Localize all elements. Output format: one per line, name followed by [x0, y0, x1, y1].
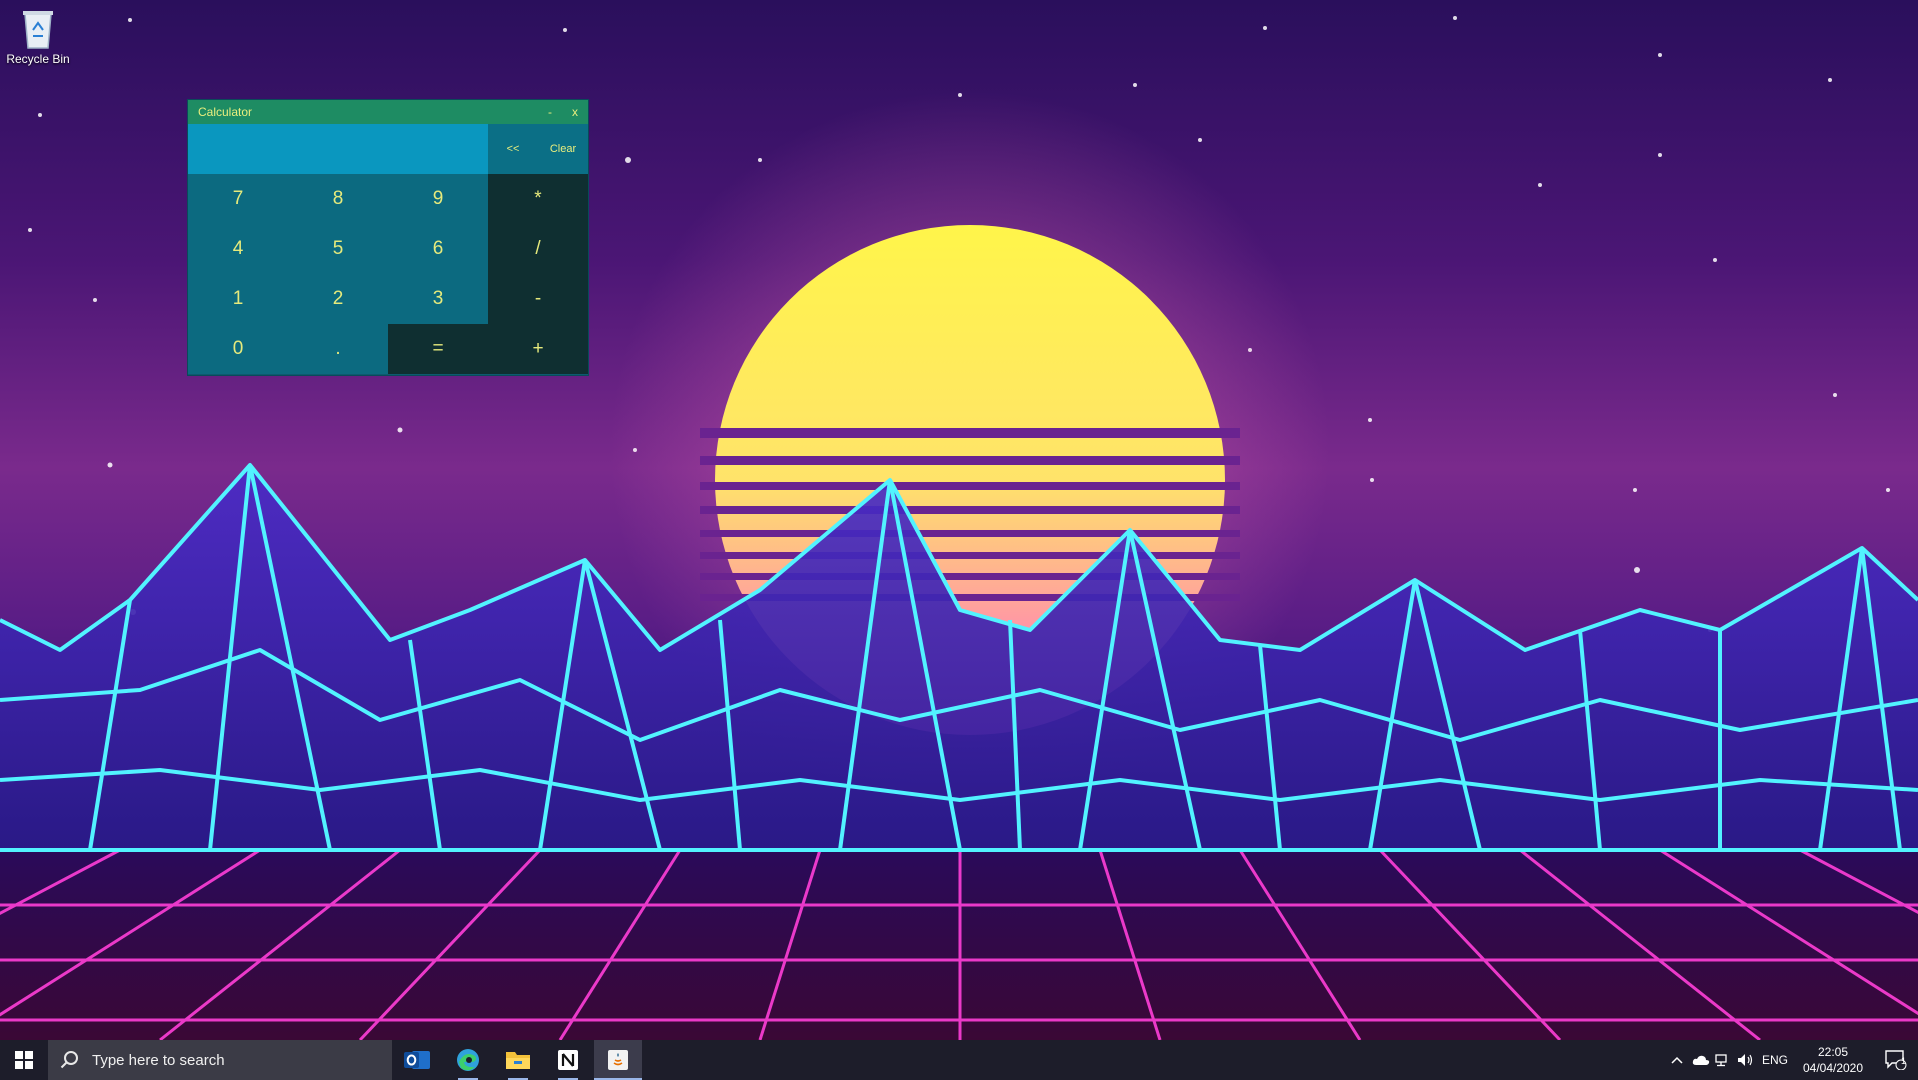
taskbar-clock[interactable]: 22:05 04/04/2020: [1792, 1040, 1874, 1080]
calculator-window: Calculator - x << Clear 7 8 9 * 4 5 6 / …: [188, 100, 588, 375]
cloud-icon: [1692, 1055, 1710, 1065]
taskbar-app-calculator-java[interactable]: [594, 1040, 642, 1080]
start-button[interactable]: [0, 1040, 48, 1080]
show-hidden-icons-button[interactable]: [1664, 1040, 1690, 1080]
speaker-icon: [1738, 1054, 1753, 1066]
key-5[interactable]: 5: [288, 224, 388, 274]
key-subtract[interactable]: -: [488, 274, 588, 324]
taskbar-app-edge[interactable]: [444, 1040, 492, 1080]
outlook-icon: [404, 1051, 430, 1069]
clock-time: 22:05: [1817, 1045, 1849, 1059]
backspace-button[interactable]: <<: [488, 124, 538, 174]
key-multiply[interactable]: *: [488, 174, 588, 224]
taskbar-search-box[interactable]: Type here to search: [48, 1040, 392, 1080]
desktop: Recycle Bin Calculator - x << Clear 7 8 …: [0, 0, 1918, 1040]
chevron-up-icon: [1671, 1056, 1683, 1064]
taskbar-app-file-explorer[interactable]: [494, 1040, 542, 1080]
edge-icon: [457, 1049, 479, 1071]
calculator-titlebar[interactable]: Calculator - x: [188, 100, 588, 124]
key-4[interactable]: 4: [188, 224, 288, 274]
clear-button[interactable]: Clear: [538, 124, 588, 174]
network-icon: [1715, 1054, 1727, 1067]
taskbar-app-outlook[interactable]: [394, 1040, 442, 1080]
key-6[interactable]: 6: [388, 224, 488, 274]
desktop-icon-recycle-bin[interactable]: Recycle Bin: [6, 6, 70, 66]
taskbar-app-notion[interactable]: [544, 1040, 592, 1080]
recycle-bin-icon: [21, 6, 55, 50]
window-title: Calculator: [198, 105, 253, 119]
taskbar: Type here to search ENG 22:05 04/04/2020…: [0, 1040, 1918, 1080]
file-explorer-icon: [506, 1052, 530, 1069]
calculator-display: [188, 124, 488, 174]
action-center-button[interactable]: 1: [1874, 1040, 1918, 1080]
windows-logo-icon: [15, 1051, 33, 1069]
desktop-icon-label: Recycle Bin: [6, 52, 70, 66]
java-app-icon: [608, 1050, 628, 1070]
search-icon: [60, 1051, 78, 1069]
key-7[interactable]: 7: [188, 174, 288, 224]
volume-tray-button[interactable]: [1734, 1040, 1758, 1080]
input-language-indicator[interactable]: ENG: [1758, 1040, 1792, 1080]
key-add[interactable]: +: [488, 324, 588, 374]
notion-icon: [558, 1050, 578, 1070]
clock-date: 04/04/2020: [1802, 1061, 1864, 1075]
key-decimal[interactable]: .: [288, 324, 388, 374]
key-divide[interactable]: /: [488, 224, 588, 274]
notification-count-badge: 1: [1901, 1056, 1907, 1066]
key-9[interactable]: 9: [388, 174, 488, 224]
close-button[interactable]: x: [564, 100, 586, 124]
key-0[interactable]: 0: [188, 324, 288, 374]
key-8[interactable]: 8: [288, 174, 388, 224]
key-2[interactable]: 2: [288, 274, 388, 324]
network-tray-button[interactable]: [1712, 1040, 1734, 1080]
minimize-button[interactable]: -: [539, 100, 561, 124]
onedrive-tray-button[interactable]: [1690, 1040, 1712, 1080]
key-1[interactable]: 1: [188, 274, 288, 324]
key-equals[interactable]: =: [388, 324, 488, 374]
key-3[interactable]: 3: [388, 274, 488, 324]
search-placeholder: Type here to search: [92, 1051, 225, 1069]
